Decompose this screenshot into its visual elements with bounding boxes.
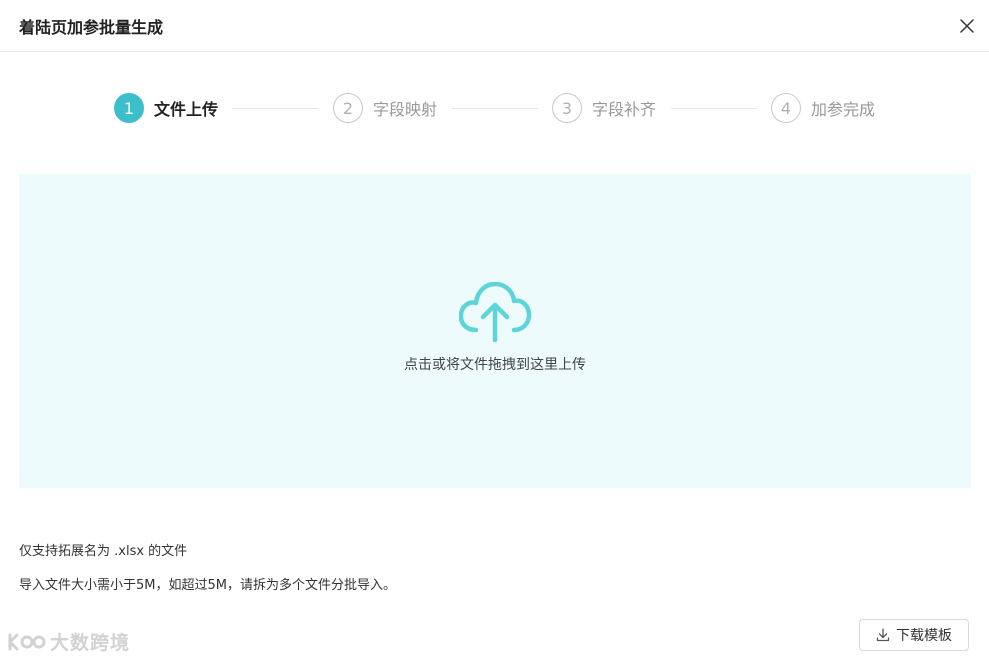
dialog-header: 着陆页加参批量生成 [0,0,989,52]
close-icon [960,19,974,33]
extension-hint: 仅支持拓展名为 .xlsx 的文件 [19,544,188,559]
step-label: 加参完成 [811,100,876,119]
watermark-logo-icon [8,633,46,650]
step-connector [232,108,318,109]
step-label: 字段映射 [373,100,438,119]
upload-instruction: 点击或将文件拖拽到这里上传 [404,357,586,373]
dialog-title: 着陆页加参批量生成 [19,18,164,37]
watermark-text: 大数跨境 [50,632,131,654]
download-icon [876,628,890,642]
step-number: 1 [114,93,144,123]
step-field-mapping: 2 字段映射 [333,92,437,124]
step-number: 3 [552,93,582,123]
upload-dropzone[interactable]: 点击或将文件拖拽到这里上传 [19,174,971,488]
close-button[interactable] [955,14,979,38]
watermark: 大数跨境 [6,628,130,655]
step-number: 2 [333,93,363,123]
size-hint: 导入文件大小需小于5M，如超过5M，请拆为多个文件分批导入。 [19,578,396,593]
step-file-upload: 1 文件上传 [114,92,218,124]
cloud-upload-icon [459,282,531,343]
step-connector [671,108,757,109]
step-connector [452,108,538,109]
download-template-button[interactable]: 下载模板 [859,619,969,651]
step-label: 字段补齐 [592,100,657,119]
step-field-completion: 3 字段补齐 [552,92,656,124]
step-number: 4 [771,93,801,123]
step-label: 文件上传 [154,100,219,119]
download-template-label: 下载模板 [896,628,952,644]
step-param-complete: 4 加参完成 [771,92,875,124]
